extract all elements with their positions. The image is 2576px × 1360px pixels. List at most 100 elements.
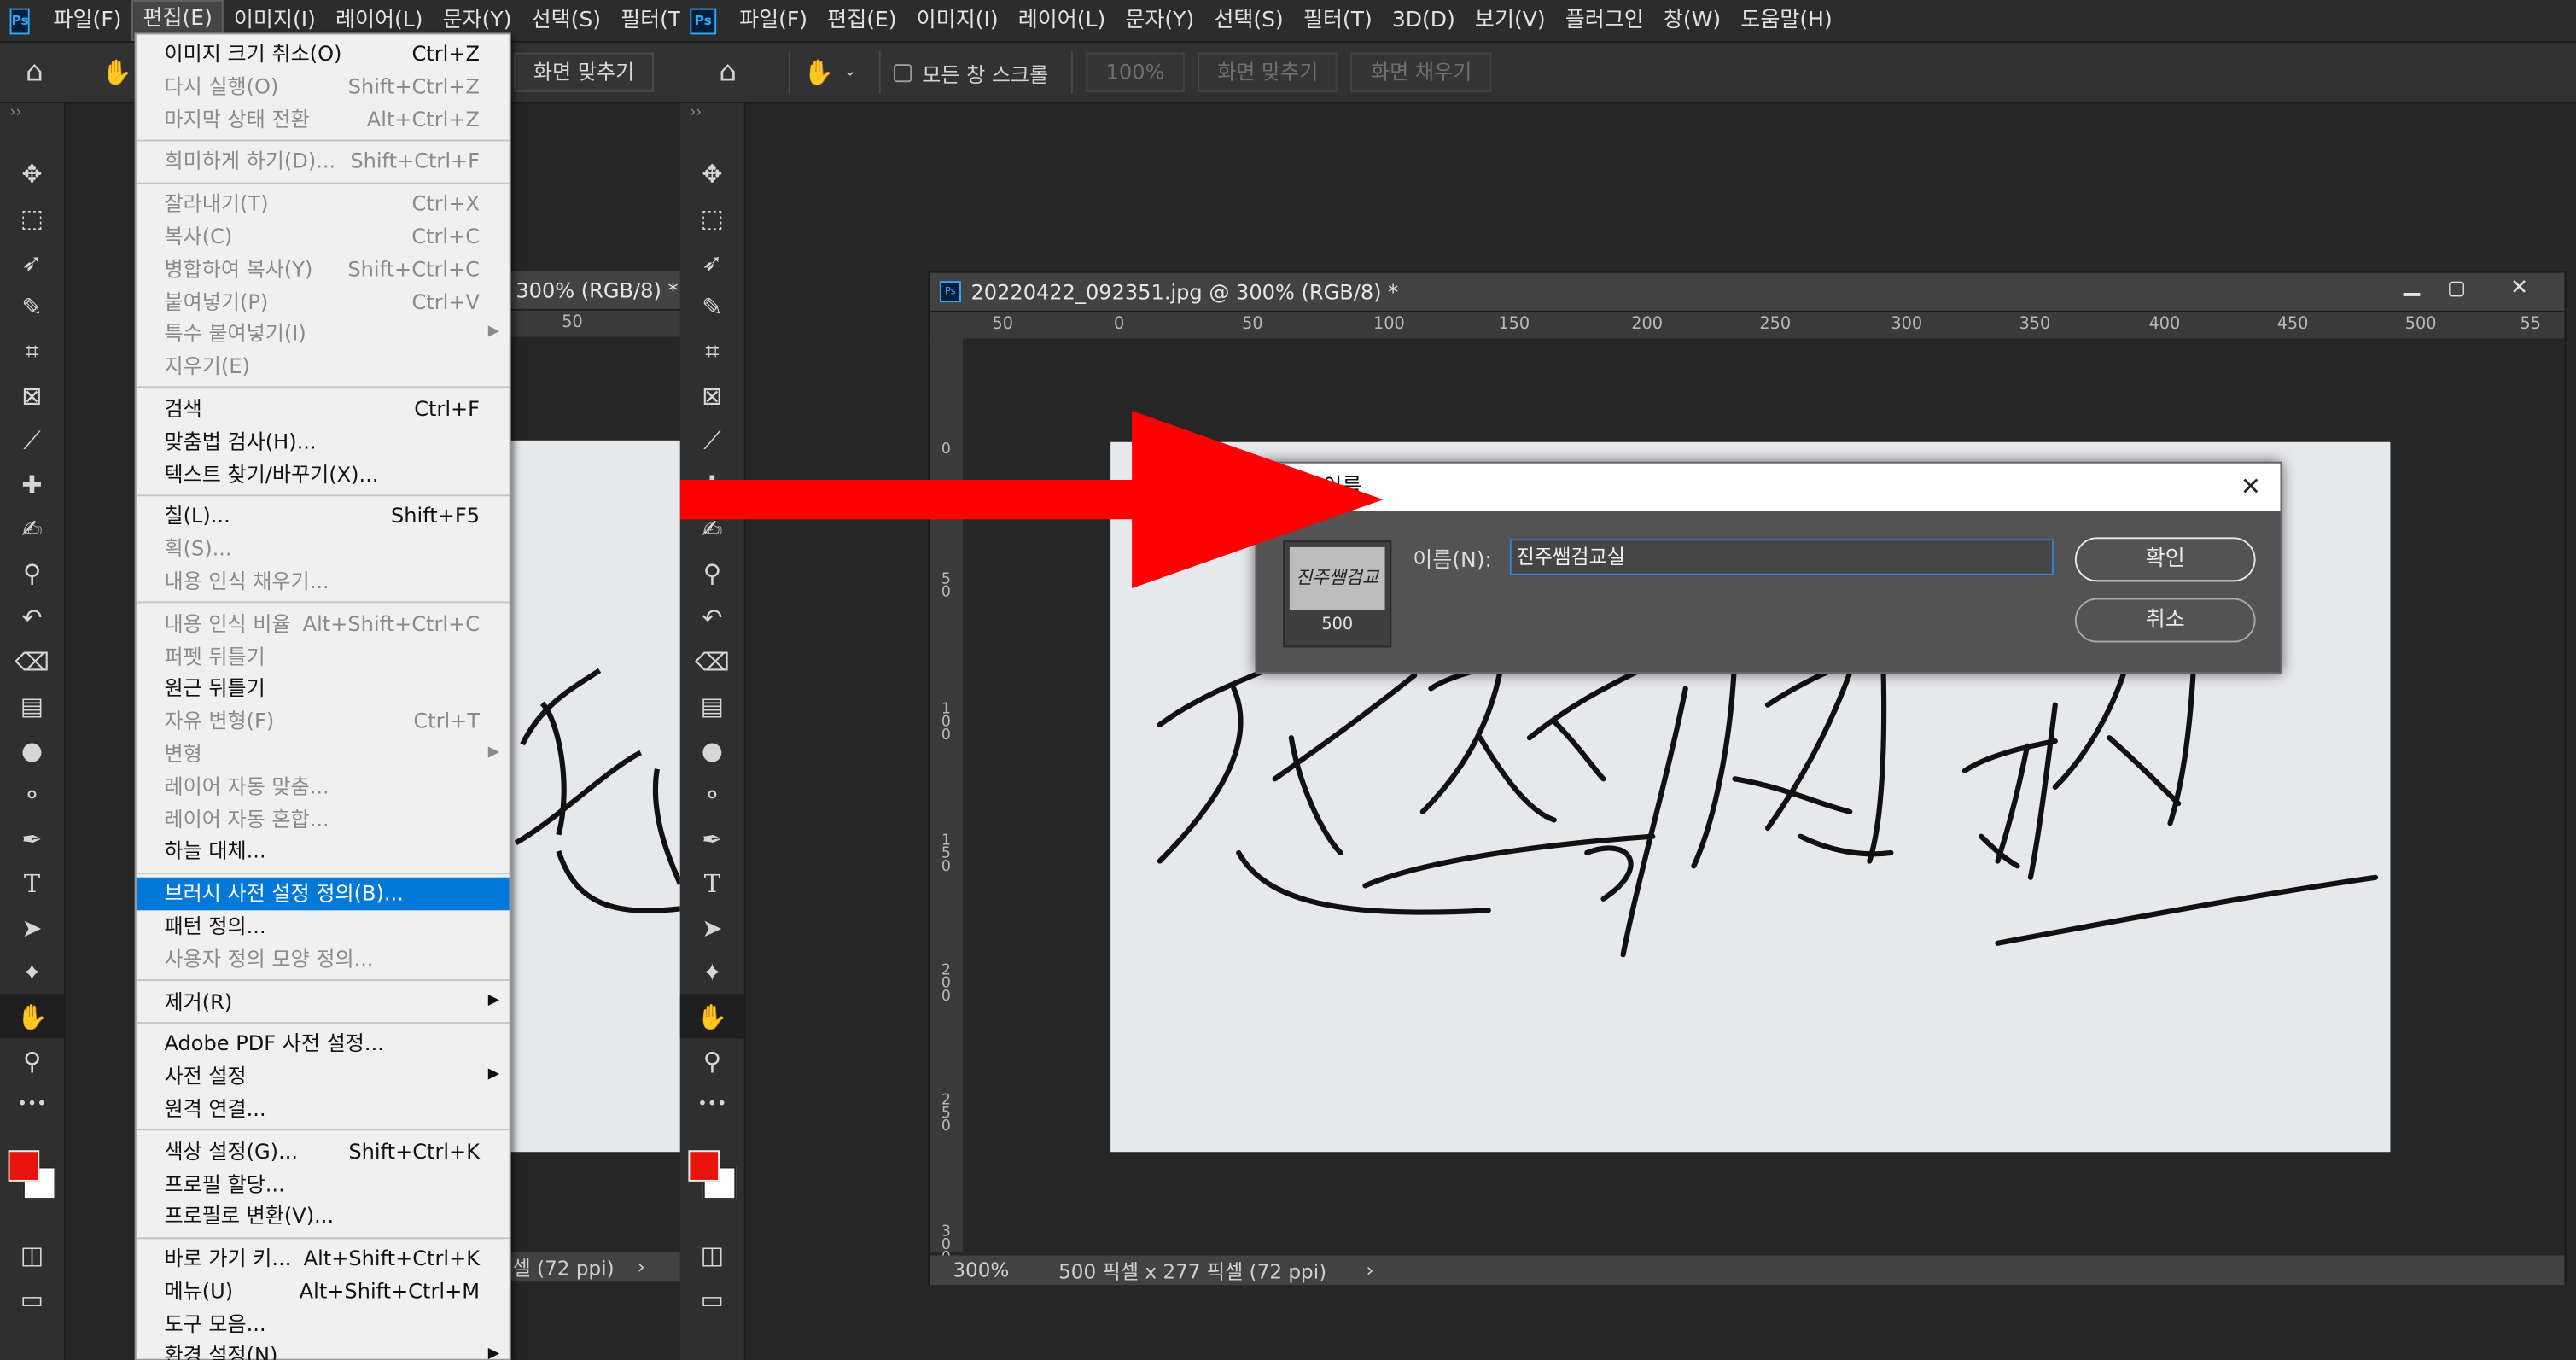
history-brush-tool-icon[interactable]: ↶ bbox=[0, 595, 64, 639]
edit-menu-item[interactable]: 바로 가기 키... Alt+Shift+Ctrl+K bbox=[137, 1242, 510, 1275]
edit-menu-item[interactable]: 이미지 크기 취소(O) Ctrl+Z bbox=[137, 38, 510, 70]
edit-menu-item[interactable]: 칠(L)... Shift+F5 bbox=[137, 500, 510, 533]
scroll-all-checkbox[interactable] bbox=[894, 63, 912, 82]
close-icon[interactable]: ✕ bbox=[2510, 276, 2528, 301]
hand-tool-icon[interactable]: ✋ bbox=[0, 994, 65, 1039]
zoom-tool-icon[interactable]: ⚲ bbox=[0, 1038, 64, 1083]
marquee-tool-icon[interactable]: ⬚ bbox=[680, 196, 744, 240]
edit-menu-item[interactable]: 사전 설정 ▶ bbox=[137, 1060, 510, 1093]
path-select-tool-icon[interactable]: ➤ bbox=[680, 906, 744, 950]
fit-screen-button[interactable]: 화면 맞추기 bbox=[513, 52, 655, 92]
right-menu-item[interactable]: 필터(T) bbox=[1293, 0, 1382, 41]
screen-mode-icon[interactable]: ▭ bbox=[0, 1276, 64, 1321]
right-menu-item[interactable]: 3D(D) bbox=[1382, 0, 1465, 41]
ok-button[interactable]: 확인 bbox=[2074, 537, 2256, 582]
edit-menu-item[interactable]: 검색 Ctrl+F bbox=[137, 393, 510, 425]
edit-menu-item[interactable]: 잘라내기(T) Ctrl+X bbox=[137, 188, 510, 220]
shape-tool-icon[interactable]: ✦ bbox=[0, 949, 64, 994]
right-menu-item[interactable]: 파일(F) bbox=[730, 0, 818, 41]
edit-menu-item[interactable]: 원격 연결... bbox=[137, 1093, 510, 1125]
edit-menu-item[interactable]: 희미하게 하기(D)... Shift+Ctrl+F bbox=[137, 145, 510, 178]
fit-screen-button[interactable]: 화면 맞추기 bbox=[1197, 52, 1338, 92]
edit-menu-item[interactable]: 하늘 대체... bbox=[137, 835, 510, 867]
right-menu-item[interactable]: 이미지(I) bbox=[906, 0, 1008, 41]
more-tools-icon[interactable]: ••• bbox=[0, 1083, 64, 1127]
foreground-color-swatch[interactable] bbox=[688, 1150, 720, 1182]
minimize-icon[interactable]: ▁ bbox=[2404, 273, 2420, 298]
edit-menu-item[interactable]: 도구 모음... bbox=[137, 1307, 510, 1340]
blur-tool-icon[interactable]: ● bbox=[0, 728, 64, 773]
crop-tool-icon[interactable]: ⌗ bbox=[0, 329, 64, 373]
edit-menu-item[interactable]: 다시 실행(O) Shift+Ctrl+Z bbox=[137, 70, 510, 102]
edit-menu-item[interactable]: 특수 붙여넣기(I) ▶ bbox=[137, 318, 510, 350]
path-select-tool-icon[interactable]: ➤ bbox=[0, 906, 64, 950]
eyedropper-tool-icon[interactable]: ⟋ bbox=[0, 417, 64, 462]
edit-menu-item[interactable]: 패턴 정의... bbox=[137, 910, 510, 943]
stamp-tool-icon[interactable]: ⚲ bbox=[0, 551, 64, 595]
shape-tool-icon[interactable]: ✦ bbox=[680, 949, 744, 994]
blur-tool-icon[interactable]: ● bbox=[680, 728, 744, 773]
quick-select-tool-icon[interactable]: ✎ bbox=[680, 284, 744, 329]
pen-tool-icon[interactable]: ✒ bbox=[680, 817, 744, 861]
edit-menu-item[interactable]: 내용 인식 채우기... bbox=[137, 565, 510, 598]
hand-tool-icon[interactable]: ✋ bbox=[102, 57, 132, 87]
dialog-close-icon[interactable]: ✕ bbox=[2235, 464, 2267, 511]
home-icon[interactable]: ⌂ bbox=[0, 55, 69, 88]
maximize-icon[interactable]: ▢ bbox=[2447, 276, 2466, 299]
left-menu-item[interactable]: 선택(S) bbox=[522, 0, 611, 41]
edit-menu-item[interactable]: 메뉴(U) Alt+Shift+Ctrl+M bbox=[137, 1275, 510, 1307]
gradient-tool-icon[interactable]: ▤ bbox=[0, 684, 64, 728]
type-tool-icon[interactable]: T bbox=[0, 861, 64, 906]
right-menu-item[interactable]: 보기(V) bbox=[1465, 0, 1555, 41]
brush-tool-icon[interactable]: ✍ bbox=[0, 506, 64, 551]
right-menu-item[interactable]: 창(W) bbox=[1653, 0, 1730, 41]
healing-tool-icon[interactable]: ✚ bbox=[0, 462, 64, 506]
more-tools-icon[interactable]: ••• bbox=[680, 1083, 744, 1127]
marquee-tool-icon[interactable]: ⬚ bbox=[0, 196, 64, 240]
frame-tool-icon[interactable]: ⊠ bbox=[0, 373, 64, 417]
right-document-titlebar[interactable]: Ps 20220422_092351.jpg @ 300% (RGB/8) * … bbox=[930, 272, 2565, 312]
right-menu-item[interactable]: 레이어(L) bbox=[1008, 0, 1116, 41]
edit-menu-item[interactable]: 환경 설정(N) ▶ bbox=[137, 1340, 510, 1360]
move-tool-icon[interactable]: ✥ bbox=[0, 151, 64, 196]
edit-menu-item[interactable]: 지우기(E) bbox=[137, 350, 510, 382]
edit-menu-item[interactable]: 제거(R) ▶ bbox=[137, 985, 510, 1018]
brush-name-input[interactable]: 진주쌤검교실 bbox=[1509, 539, 2054, 575]
left-document-tab[interactable]: 300% (RGB/8) * bbox=[509, 271, 680, 311]
right-menu-item[interactable]: 선택(S) bbox=[1204, 0, 1294, 41]
zoom-level[interactable]: 300% bbox=[953, 1258, 1009, 1281]
screen-mode-icon[interactable]: ▭ bbox=[680, 1276, 744, 1321]
cancel-button[interactable]: 취소 bbox=[2074, 598, 2256, 643]
status-arrow-icon[interactable]: › bbox=[1366, 1258, 1373, 1281]
status-arrow-icon[interactable]: › bbox=[638, 1255, 645, 1278]
edit-menu-item[interactable]: 브러시 사전 설정 정의(B)... bbox=[136, 878, 510, 911]
hand-tool-icon[interactable]: ✋ bbox=[679, 994, 744, 1039]
pen-tool-icon[interactable]: ✒ bbox=[0, 817, 64, 861]
edit-menu-item[interactable]: 원근 뒤틀기 bbox=[137, 673, 510, 705]
eraser-tool-icon[interactable]: ⌫ bbox=[0, 639, 64, 684]
edit-menu-item[interactable]: 사용자 정의 모양 정의... bbox=[137, 943, 510, 975]
hand-tool-icon[interactable]: ✋ bbox=[803, 57, 834, 87]
edit-menu-item[interactable]: 텍스트 찾기/바꾸기(X)... bbox=[137, 458, 510, 490]
chevron-down-icon[interactable]: ⌄ bbox=[844, 64, 857, 80]
zoom-tool-icon[interactable]: ⚲ bbox=[680, 1038, 744, 1083]
home-icon[interactable]: ⌂ bbox=[680, 55, 776, 88]
quick-mask-icon[interactable]: ◫ bbox=[680, 1233, 744, 1277]
lasso-tool-icon[interactable]: ➶ bbox=[680, 240, 744, 284]
edit-menu-item[interactable]: 프로필 할당... bbox=[137, 1167, 510, 1199]
panel-collapse-icon[interactable]: ›› bbox=[0, 103, 64, 123]
history-brush-tool-icon[interactable]: ↶ bbox=[680, 595, 744, 639]
foreground-color-swatch[interactable] bbox=[8, 1150, 40, 1182]
lasso-tool-icon[interactable]: ➶ bbox=[0, 240, 64, 284]
right-menu-item[interactable]: 편집(E) bbox=[818, 0, 906, 41]
edit-menu-item[interactable]: 레이어 자동 맞춤... bbox=[137, 770, 510, 803]
edit-menu-item[interactable]: 맞춤법 검사(H)... bbox=[137, 425, 510, 458]
quick-mask-icon[interactable]: ◫ bbox=[0, 1233, 64, 1277]
edit-menu-item[interactable]: 퍼펫 뒤틀기 bbox=[137, 640, 510, 673]
gradient-tool-icon[interactable]: ▤ bbox=[680, 684, 744, 728]
edit-menu-item[interactable]: 붙여넣기(P) Ctrl+V bbox=[137, 285, 510, 318]
zoom-100-button[interactable]: 100% bbox=[1086, 52, 1185, 92]
edit-menu-item[interactable]: 복사(C) Ctrl+C bbox=[137, 220, 510, 253]
edit-menu-item[interactable]: 획(S)... bbox=[137, 533, 510, 565]
edit-menu-item[interactable]: 병합하여 복사(Y) Shift+Ctrl+C bbox=[137, 253, 510, 285]
